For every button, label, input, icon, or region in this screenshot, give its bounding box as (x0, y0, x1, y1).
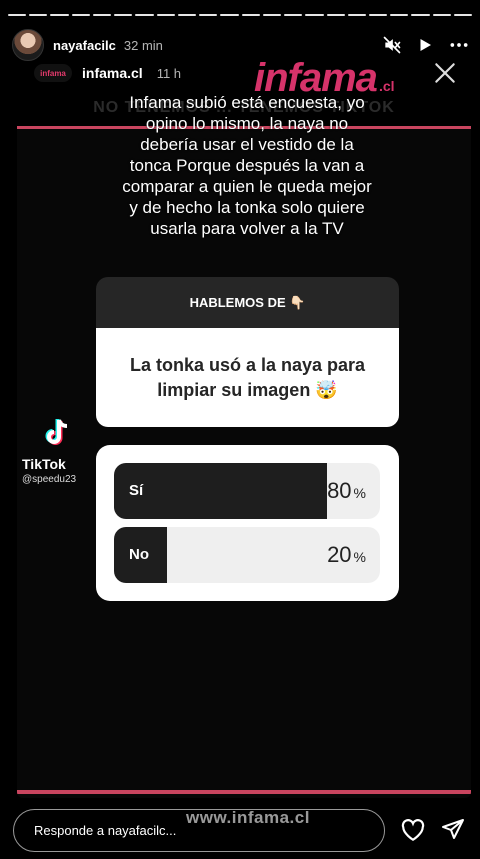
progress-segment (199, 14, 218, 16)
story-progress-bar (8, 14, 473, 16)
progress-segment (368, 14, 388, 16)
progress-segment (347, 14, 366, 16)
source-account[interactable]: infama.cl (82, 65, 143, 81)
question-header: HABLEMOS DE 👇🏻 (96, 277, 399, 328)
tiktok-icon (42, 419, 72, 453)
story-header: nayafacilc 32 min (12, 28, 470, 62)
progress-segment (92, 14, 112, 16)
progress-segment (156, 14, 175, 16)
mute-icon[interactable] (382, 35, 402, 55)
progress-segment (135, 14, 154, 16)
reply-input[interactable]: Responde a nayafacilc... (13, 809, 385, 852)
progress-segment (305, 14, 324, 16)
source-attribution[interactable]: infama infama.cl 11 h (34, 64, 181, 82)
close-icon[interactable] (432, 60, 458, 91)
story-caption: Infama subió está encuesta, yo opino lo … (122, 93, 372, 238)
poll-option-no[interactable]: No 20% (114, 527, 380, 583)
logo-suffix: .cl (378, 78, 395, 94)
time-ago: 32 min (123, 37, 163, 53)
poll-option-yes[interactable]: Sí 80% (114, 463, 380, 519)
heart-icon[interactable] (400, 818, 426, 847)
progress-segment (8, 14, 27, 16)
poll-option-percent: 80% (327, 478, 366, 503)
progress-segment (390, 14, 409, 16)
progress-segment (432, 14, 451, 16)
reply-placeholder: Responde a nayafacilc... (34, 823, 177, 838)
question-sticker: HABLEMOS DE 👇🏻 La tonka usó a la naya pa… (96, 277, 399, 427)
progress-segment (411, 14, 430, 16)
tiktok-handle: @speedu23 (22, 474, 77, 485)
progress-segment (71, 14, 90, 16)
progress-segment (114, 14, 133, 16)
send-icon[interactable] (441, 818, 465, 847)
username[interactable]: nayafacilc (53, 38, 116, 53)
progress-segment (50, 14, 69, 16)
progress-segment (262, 14, 282, 16)
poll-option-label: No (129, 546, 149, 563)
progress-segment (241, 14, 260, 16)
progress-segment (326, 14, 345, 16)
question-body: La tonka usó a la naya para limpiar su i… (96, 328, 399, 427)
progress-segment (284, 14, 303, 16)
progress-segment (453, 14, 473, 16)
progress-segment (177, 14, 197, 16)
play-icon[interactable] (416, 36, 434, 54)
tiktok-brand: TikTok (22, 456, 66, 472)
poll-fill-bar (114, 463, 327, 519)
source-time: 11 h (156, 65, 182, 81)
avatar[interactable] (12, 29, 44, 61)
pink-divider-bottom (17, 790, 471, 794)
source-logo: infama (34, 64, 72, 82)
progress-segment (220, 14, 239, 16)
poll-sticker: Sí 80% No 20% (96, 445, 399, 601)
progress-segment (29, 14, 48, 16)
more-icon[interactable] (448, 35, 470, 55)
poll-option-label: Sí (129, 482, 144, 499)
poll-option-percent: 20% (327, 542, 366, 567)
tiktok-watermark: TikTok @speedu23 (22, 417, 92, 485)
